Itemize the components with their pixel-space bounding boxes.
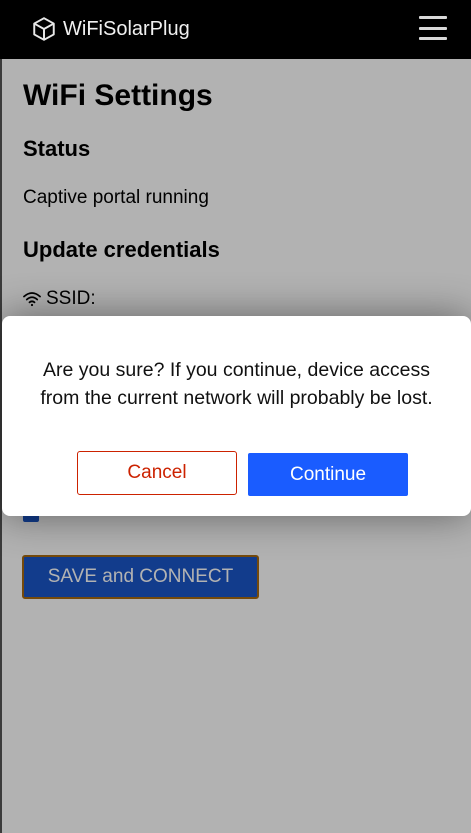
top-navbar: WiFiSolarPlug [0, 0, 471, 59]
brand-name: WiFiSolarPlug [63, 17, 190, 40]
cube-icon [33, 17, 55, 41]
confirm-dialog: Are you sure? If you continue, device ac… [2, 316, 471, 516]
continue-button[interactable]: Continue [248, 453, 408, 496]
hamburger-menu-icon[interactable] [419, 14, 449, 42]
dialog-message-line-2: from the current network will probably b… [40, 387, 433, 409]
dialog-message: Are you sure? If you continue, device ac… [22, 356, 451, 412]
brand[interactable]: WiFiSolarPlug [31, 12, 190, 46]
dialog-message-line-1: Are you sure? If you continue, device ac… [43, 359, 430, 381]
cancel-button[interactable]: Cancel [77, 451, 237, 495]
